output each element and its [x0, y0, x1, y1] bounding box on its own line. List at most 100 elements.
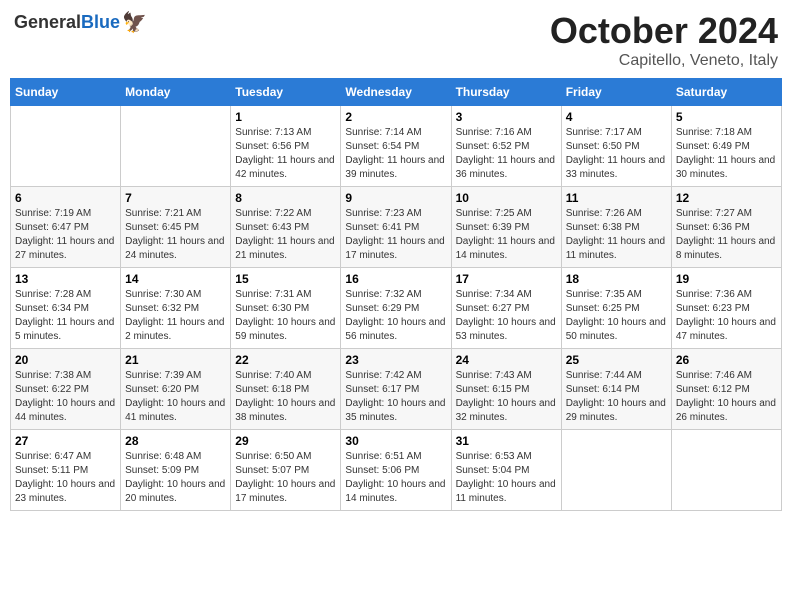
page-header: General Blue 🦅 October 2024 Capitello, V… [10, 10, 782, 70]
calendar-cell: 26 Sunrise: 7:46 AM Sunset: 6:12 PM Dayli… [671, 349, 781, 430]
weekday-header-friday: Friday [561, 79, 671, 106]
calendar-cell: 4 Sunrise: 7:17 AM Sunset: 6:50 PM Daylig… [561, 106, 671, 187]
day-number: 19 [676, 272, 777, 286]
day-info: Sunrise: 7:35 AM Sunset: 6:25 PM Dayligh… [566, 288, 667, 344]
month-title: October 2024 [550, 10, 778, 52]
day-info: Sunrise: 7:46 AM Sunset: 6:12 PM Dayligh… [676, 369, 777, 425]
day-info: Sunrise: 7:40 AM Sunset: 6:18 PM Dayligh… [235, 369, 336, 425]
day-info: Sunrise: 7:30 AM Sunset: 6:32 PM Dayligh… [125, 288, 226, 344]
calendar-week-row: 20 Sunrise: 7:38 AM Sunset: 6:22 PM Dayli… [11, 349, 782, 430]
calendar-cell: 28Sunrise: 6:48 AM Sunset: 5:09 PM Dayli… [121, 430, 231, 511]
day-number: 16 [345, 272, 446, 286]
calendar-cell: 24 Sunrise: 7:43 AM Sunset: 6:15 PM Dayli… [451, 349, 561, 430]
title-area: October 2024 Capitello, Veneto, Italy [550, 10, 778, 70]
calendar-cell: 21 Sunrise: 7:39 AM Sunset: 6:20 PM Dayli… [121, 349, 231, 430]
day-number: 18 [566, 272, 667, 286]
day-number: 4 [566, 110, 667, 124]
day-info: Sunrise: 6:53 AM Sunset: 5:04 PM Dayligh… [456, 450, 557, 506]
day-number: 14 [125, 272, 226, 286]
logo: General Blue 🦅 [14, 10, 147, 35]
day-number: 20 [15, 353, 116, 367]
day-number: 27 [15, 434, 116, 448]
day-info: Sunrise: 7:22 AM Sunset: 6:43 PM Dayligh… [235, 207, 336, 263]
calendar-cell: 5 Sunrise: 7:18 AM Sunset: 6:49 PM Daylig… [671, 106, 781, 187]
day-info: Sunrise: 7:26 AM Sunset: 6:38 PM Dayligh… [566, 207, 667, 263]
day-number: 9 [345, 191, 446, 205]
day-info: Sunrise: 6:50 AM Sunset: 5:07 PM Dayligh… [235, 450, 336, 506]
day-info: Sunrise: 7:31 AM Sunset: 6:30 PM Dayligh… [235, 288, 336, 344]
day-number: 5 [676, 110, 777, 124]
day-number: 22 [235, 353, 336, 367]
day-number: 24 [456, 353, 557, 367]
day-info: Sunrise: 7:34 AM Sunset: 6:27 PM Dayligh… [456, 288, 557, 344]
calendar-cell: 18 Sunrise: 7:35 AM Sunset: 6:25 PM Dayli… [561, 268, 671, 349]
day-number: 17 [456, 272, 557, 286]
day-info: Sunrise: 7:43 AM Sunset: 6:15 PM Dayligh… [456, 369, 557, 425]
calendar-cell: 8 Sunrise: 7:22 AM Sunset: 6:43 PM Daylig… [231, 187, 341, 268]
day-info: Sunrise: 7:19 AM Sunset: 6:47 PM Dayligh… [15, 207, 116, 263]
calendar-cell: 6 Sunrise: 7:19 AM Sunset: 6:47 PM Daylig… [11, 187, 121, 268]
day-info: Sunrise: 7:25 AM Sunset: 6:39 PM Dayligh… [456, 207, 557, 263]
calendar-cell [671, 430, 781, 511]
day-number: 12 [676, 191, 777, 205]
weekday-header-thursday: Thursday [451, 79, 561, 106]
day-info: Sunrise: 6:47 AM Sunset: 5:11 PM Dayligh… [15, 450, 116, 506]
day-info: Sunrise: 7:21 AM Sunset: 6:45 PM Dayligh… [125, 207, 226, 263]
day-number: 6 [15, 191, 116, 205]
calendar-cell [561, 430, 671, 511]
day-info: Sunrise: 7:38 AM Sunset: 6:22 PM Dayligh… [15, 369, 116, 425]
day-number: 7 [125, 191, 226, 205]
day-number: 26 [676, 353, 777, 367]
day-info: Sunrise: 7:39 AM Sunset: 6:20 PM Dayligh… [125, 369, 226, 425]
day-number: 10 [456, 191, 557, 205]
calendar-cell: 30 Sunrise: 6:51 AM Sunset: 5:06 PM Dayli… [341, 430, 451, 511]
calendar-cell: 14 Sunrise: 7:30 AM Sunset: 6:32 PM Dayli… [121, 268, 231, 349]
calendar-week-row: 1 Sunrise: 7:13 AM Sunset: 6:56 PM Daylig… [11, 106, 782, 187]
weekday-header-sunday: Sunday [11, 79, 121, 106]
calendar-header-row: SundayMondayTuesdayWednesdayThursdayFrid… [11, 79, 782, 106]
day-number: 21 [125, 353, 226, 367]
day-number: 25 [566, 353, 667, 367]
calendar-cell: 22 Sunrise: 7:40 AM Sunset: 6:18 PM Dayli… [231, 349, 341, 430]
calendar-cell: 13Sunrise: 7:28 AM Sunset: 6:34 PM Dayli… [11, 268, 121, 349]
calendar-week-row: 27 Sunrise: 6:47 AM Sunset: 5:11 PM Dayli… [11, 430, 782, 511]
day-info: Sunrise: 7:14 AM Sunset: 6:54 PM Dayligh… [345, 126, 446, 182]
calendar-cell: 1 Sunrise: 7:13 AM Sunset: 6:56 PM Daylig… [231, 106, 341, 187]
weekday-header-tuesday: Tuesday [231, 79, 341, 106]
calendar-cell: 9 Sunrise: 7:23 AM Sunset: 6:41 PM Daylig… [341, 187, 451, 268]
calendar-cell [121, 106, 231, 187]
day-number: 1 [235, 110, 336, 124]
calendar-table: SundayMondayTuesdayWednesdayThursdayFrid… [10, 78, 782, 511]
calendar-cell: 27 Sunrise: 6:47 AM Sunset: 5:11 PM Dayli… [11, 430, 121, 511]
day-number: 2 [345, 110, 446, 124]
calendar-cell: 12Sunrise: 7:27 AM Sunset: 6:36 PM Dayli… [671, 187, 781, 268]
day-info: Sunrise: 7:13 AM Sunset: 6:56 PM Dayligh… [235, 126, 336, 182]
day-number: 8 [235, 191, 336, 205]
day-info: Sunrise: 7:42 AM Sunset: 6:17 PM Dayligh… [345, 369, 446, 425]
logo-general-text: General [14, 12, 81, 33]
weekday-header-saturday: Saturday [671, 79, 781, 106]
calendar-week-row: 13Sunrise: 7:28 AM Sunset: 6:34 PM Dayli… [11, 268, 782, 349]
day-number: 29 [235, 434, 336, 448]
day-info: Sunrise: 7:23 AM Sunset: 6:41 PM Dayligh… [345, 207, 446, 263]
calendar-cell: 17 Sunrise: 7:34 AM Sunset: 6:27 PM Dayli… [451, 268, 561, 349]
day-number: 31 [456, 434, 557, 448]
day-info: Sunrise: 7:18 AM Sunset: 6:49 PM Dayligh… [676, 126, 777, 182]
day-number: 15 [235, 272, 336, 286]
day-number: 28 [125, 434, 226, 448]
calendar-cell: 10 Sunrise: 7:25 AM Sunset: 6:39 PM Dayli… [451, 187, 561, 268]
day-info: Sunrise: 7:17 AM Sunset: 6:50 PM Dayligh… [566, 126, 667, 182]
calendar-cell: 31 Sunrise: 6:53 AM Sunset: 5:04 PM Dayli… [451, 430, 561, 511]
weekday-header-wednesday: Wednesday [341, 79, 451, 106]
calendar-cell: 2 Sunrise: 7:14 AM Sunset: 6:54 PM Daylig… [341, 106, 451, 187]
calendar-cell [11, 106, 121, 187]
calendar-cell: 16Sunrise: 7:32 AM Sunset: 6:29 PM Dayli… [341, 268, 451, 349]
calendar-cell: 7 Sunrise: 7:21 AM Sunset: 6:45 PM Daylig… [121, 187, 231, 268]
calendar-cell: 15 Sunrise: 7:31 AM Sunset: 6:30 PM Dayli… [231, 268, 341, 349]
day-number: 11 [566, 191, 667, 205]
day-number: 30 [345, 434, 446, 448]
calendar-cell: 25Sunrise: 7:44 AM Sunset: 6:14 PM Dayli… [561, 349, 671, 430]
logo-bird-icon: 🦅 [122, 10, 147, 35]
day-info: Sunrise: 7:36 AM Sunset: 6:23 PM Dayligh… [676, 288, 777, 344]
day-info: Sunrise: 6:51 AM Sunset: 5:06 PM Dayligh… [345, 450, 446, 506]
